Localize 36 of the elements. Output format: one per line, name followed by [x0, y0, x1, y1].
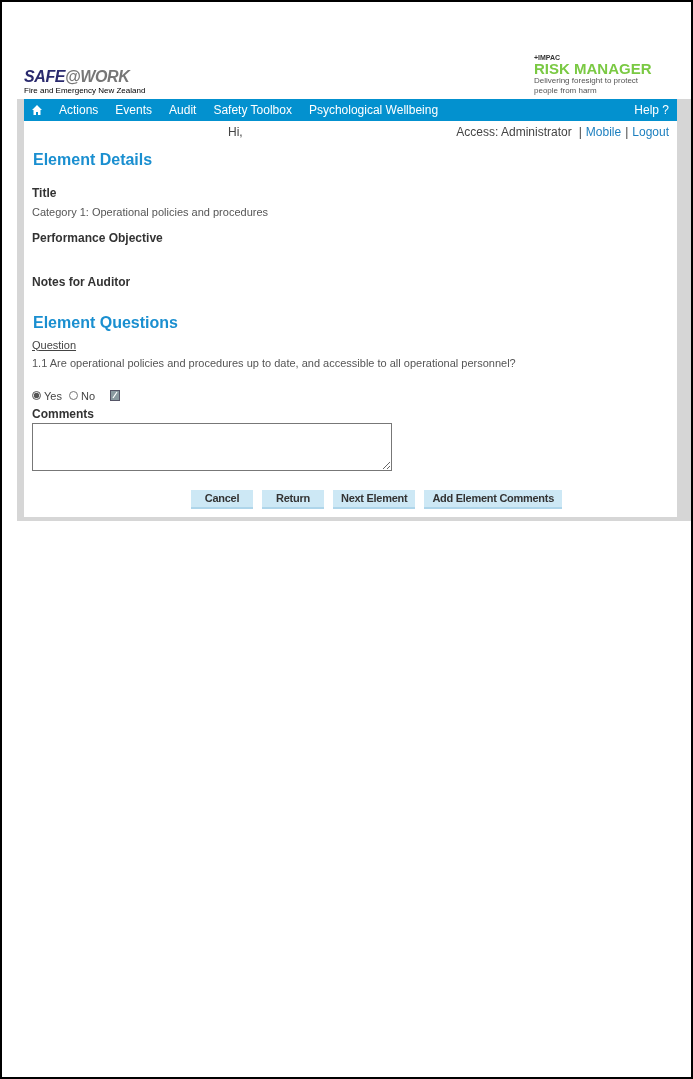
help-link[interactable]: Help ? [634, 101, 669, 119]
note-icon[interactable] [110, 390, 120, 402]
home-icon[interactable] [32, 105, 42, 115]
partner-tagline: Delivering foresight to protect people from harm [534, 76, 640, 96]
brand-subtitle: Fire and Emergency New Zealand [24, 86, 146, 96]
section-heading: Element Details [33, 150, 154, 170]
question-text: 1.1 Are operational policies and procedures up to date, and accessible to all operational personnel? [32, 356, 517, 371]
field-label: Comments [32, 406, 95, 423]
action-button[interactable]: Next Element [333, 490, 416, 509]
action-button[interactable]: Return [262, 490, 324, 509]
nav-link[interactable]: Events [115, 101, 153, 119]
separator: | [625, 124, 629, 141]
separator: | [578, 124, 582, 141]
field-label: Title [32, 185, 58, 202]
field-label: Performance Objective [32, 229, 164, 247]
access-text: Access: Administrator [456, 124, 572, 141]
partner-logo: RISK MANAGER [534, 61, 653, 76]
action-button[interactable]: Add Element Comments [424, 490, 563, 509]
radio-label: Yes [44, 388, 62, 404]
mobile-link[interactable]: Mobile [585, 123, 622, 141]
radio-button[interactable] [32, 391, 41, 401]
nav-link[interactable]: Psychological Wellbeing [308, 101, 439, 119]
nav-link[interactable]: Audit [169, 101, 197, 119]
section-heading: Element Questions [33, 312, 179, 333]
field-value: Category 1: Operational policies and procedures [32, 205, 270, 220]
action-button[interactable]: Cancel [191, 490, 253, 509]
radio-button[interactable] [68, 391, 78, 401]
nav-link[interactable]: Actions [59, 101, 99, 119]
comments-field[interactable] [32, 423, 392, 471]
brand-logo: SAFE@WORK [24, 69, 132, 85]
field-label: Notes for Auditor [32, 273, 132, 291]
logout-link[interactable]: Logout [632, 123, 669, 141]
radio-label: No [80, 388, 95, 404]
nav-link[interactable]: Safety Toolbox [213, 101, 292, 119]
question-label: Question [32, 338, 77, 351]
greeting-text: Hi, [228, 124, 243, 141]
